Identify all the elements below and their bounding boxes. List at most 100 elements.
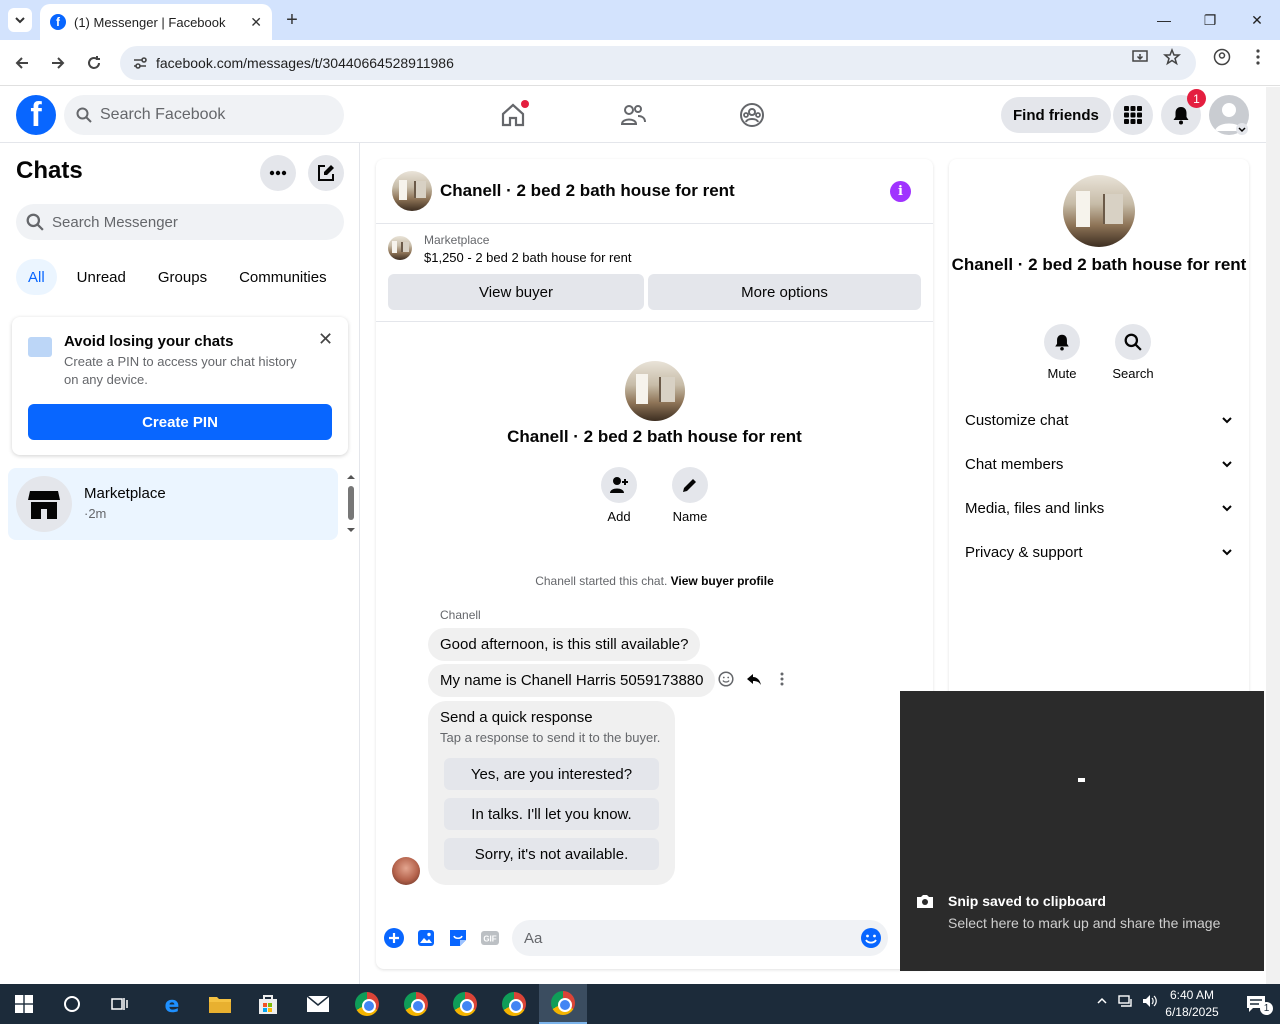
toast-preview-placeholder: [1078, 778, 1085, 782]
browser-toolbar: facebook.com/messages/t/3044066452891198…: [0, 40, 1280, 86]
facebook-search-placeholder: Search Facebook: [100, 106, 226, 123]
chrome-icon: [404, 992, 428, 1016]
message-actions: [718, 671, 790, 687]
quick-response-option[interactable]: Sorry, it's not available.: [444, 838, 659, 870]
action-center-button[interactable]: 1: [1232, 984, 1280, 1024]
address-bar[interactable]: facebook.com/messages/t/3044066452891198…: [120, 46, 1196, 80]
browser-tab[interactable]: f (1) Messenger | Facebook ✕: [40, 4, 272, 40]
more-vertical-icon[interactable]: [774, 671, 790, 687]
edge-icon: e: [165, 993, 180, 1015]
task-view-icon: [111, 998, 128, 1010]
customize-chat-section[interactable]: Customize chat: [965, 408, 1233, 432]
name-chat-action[interactable]: Name: [660, 467, 720, 524]
filter-groups[interactable]: Groups: [146, 259, 219, 295]
photo-icon[interactable]: [415, 927, 437, 949]
reload-button[interactable]: [82, 51, 106, 75]
menu-button[interactable]: [1113, 95, 1153, 135]
chrome-icon: [502, 992, 526, 1016]
snip-toast-notification[interactable]: Snip saved to clipboard Select here to m…: [900, 691, 1264, 971]
search-action[interactable]: Search: [1103, 324, 1163, 381]
filter-unread[interactable]: Unread: [65, 259, 138, 295]
close-window-button[interactable]: ✕: [1234, 0, 1280, 40]
view-buyer-profile-link[interactable]: View buyer profile: [671, 574, 774, 588]
profile-icon[interactable]: [1213, 48, 1231, 66]
react-smiley-icon[interactable]: [718, 671, 734, 687]
privacy-support-section[interactable]: Privacy & support: [965, 540, 1233, 564]
chrome-profile-d-button[interactable]: [490, 984, 538, 1024]
reply-icon[interactable]: [746, 671, 762, 687]
groups-icon[interactable]: [738, 101, 766, 129]
sticker-icon[interactable]: [447, 927, 469, 949]
mute-action[interactable]: Mute: [1032, 324, 1092, 381]
chrome-profile-a-button[interactable]: [343, 984, 391, 1024]
close-tab-icon[interactable]: ✕: [250, 14, 262, 31]
section-label: Privacy & support: [965, 543, 1083, 561]
toast-title: Snip saved to clipboard: [948, 893, 1106, 909]
chrome-profile-b-button[interactable]: [392, 984, 440, 1024]
conversation-title[interactable]: Chanell · 2 bed 2 bath house for rent: [440, 181, 735, 201]
friends-icon[interactable]: [619, 101, 647, 129]
tray-chevron-up-icon[interactable]: [1096, 994, 1108, 1010]
back-button[interactable]: [10, 51, 34, 75]
close-icon[interactable]: ✕: [318, 329, 333, 350]
details-name: Chanell · 2 bed 2 bath house for rent: [951, 255, 1247, 274]
add-people-action[interactable]: Add: [589, 467, 649, 524]
message-bubble[interactable]: Good afternoon, is this still available?: [428, 628, 701, 661]
tab-search-button[interactable]: [8, 8, 32, 32]
edge-button[interactable]: e: [148, 984, 196, 1024]
filter-communities[interactable]: Communities: [227, 259, 339, 295]
message-bubble[interactable]: My name is Chanell Harris 5059173880: [428, 664, 716, 697]
plus-circle-icon[interactable]: [383, 927, 405, 949]
mail-button[interactable]: [294, 984, 342, 1024]
media-files-links-section[interactable]: Media, files and links: [965, 496, 1233, 520]
filter-all[interactable]: All: [16, 259, 57, 295]
conversation-thumbnail[interactable]: [392, 171, 432, 211]
listing-title[interactable]: $1,250 - 2 bed 2 bath house for rent: [424, 250, 631, 265]
forward-button[interactable]: [46, 51, 70, 75]
quick-response-option[interactable]: In talks. I'll let you know.: [444, 798, 659, 830]
windows-taskbar: e 6:40 AM 6/18/2025 1: [0, 984, 1280, 1024]
volume-icon[interactable]: [1142, 994, 1158, 1011]
create-pin-button[interactable]: Create PIN: [28, 404, 332, 440]
info-icon[interactable]: i: [890, 181, 911, 202]
new-message-button[interactable]: [308, 155, 344, 191]
search-icon: [1124, 333, 1142, 351]
chats-options-button[interactable]: [260, 155, 296, 191]
conversation-panel: Chanell · 2 bed 2 bath house for rent i …: [376, 159, 933, 969]
chrome-active-button[interactable]: [539, 984, 587, 1024]
messenger-search-input[interactable]: Search Messenger: [16, 204, 344, 240]
facebook-logo[interactable]: f: [16, 95, 56, 135]
view-buyer-button[interactable]: View buyer: [388, 274, 644, 310]
gif-icon[interactable]: GIF: [479, 927, 501, 949]
quick-response-option[interactable]: Yes, are you interested?: [444, 758, 659, 790]
more-dots-icon: [269, 170, 287, 176]
menu-dots-icon[interactable]: [1249, 48, 1267, 66]
taskbar-search-button[interactable]: [48, 984, 96, 1024]
find-friends-button[interactable]: Find friends: [1001, 97, 1111, 133]
chat-list-item[interactable]: Marketplace ·2m: [8, 468, 338, 540]
taskbar-clock[interactable]: 6:40 AM 6/18/2025: [1160, 987, 1224, 1021]
chats-sidebar: Chats Search Messenger All Unread Groups…: [0, 143, 360, 984]
emoji-icon[interactable]: [860, 927, 882, 949]
more-options-button[interactable]: More options: [648, 274, 921, 310]
facebook-search-input[interactable]: Search Facebook: [64, 95, 344, 135]
message-input[interactable]: Aa: [512, 920, 888, 956]
install-app-icon[interactable]: [1131, 48, 1149, 66]
start-button[interactable]: [0, 984, 48, 1024]
chrome-profile-c-button[interactable]: [441, 984, 489, 1024]
page-scrollbar[interactable]: [1266, 87, 1280, 984]
task-view-button[interactable]: [96, 984, 144, 1024]
chevron-down-icon: [1222, 505, 1232, 512]
chat-members-section[interactable]: Chat members: [965, 452, 1233, 476]
store-button[interactable]: [244, 984, 292, 1024]
site-info-icon[interactable]: [132, 55, 148, 71]
action-center-count: 1: [1260, 1002, 1273, 1015]
file-explorer-button[interactable]: [196, 984, 244, 1024]
new-tab-button[interactable]: +: [280, 8, 304, 32]
minimize-button[interactable]: —: [1141, 0, 1187, 40]
sender-avatar[interactable]: [392, 857, 420, 885]
restore-button[interactable]: ❐: [1187, 0, 1233, 40]
chat-list-scrollbar[interactable]: [344, 473, 358, 537]
network-icon[interactable]: [1118, 994, 1134, 1011]
bookmark-star-icon[interactable]: [1163, 48, 1181, 66]
